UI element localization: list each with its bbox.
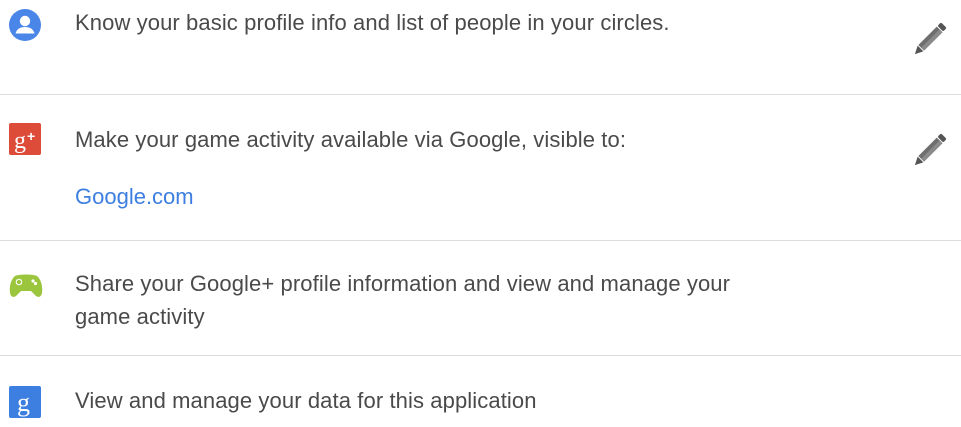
permission-text-line-1: Share your Google+ profile information a…: [75, 271, 731, 296]
permission-item-profile: Know your basic profile info and list of…: [0, 0, 961, 94]
permissions-list: Know your basic profile info and list of…: [0, 0, 961, 427]
svg-text:g: g: [17, 388, 30, 417]
google-plus-icon: g +: [9, 123, 41, 155]
edit-pencil-button[interactable]: [907, 129, 951, 173]
pencil-icon: [914, 22, 947, 55]
permission-text-line-2: game activity: [75, 304, 205, 329]
svg-text:g: g: [14, 128, 26, 154]
permission-item-google-data: g View and manage your data for this app…: [0, 356, 961, 427]
pencil-icon: [914, 133, 947, 166]
permission-text: Make your game activity available via Go…: [75, 127, 627, 152]
game-controller-icon: [9, 273, 43, 305]
edit-pencil-button[interactable]: [907, 18, 951, 62]
permission-text: Know your basic profile info and list of…: [75, 10, 670, 35]
visibility-link[interactable]: Google.com: [75, 182, 194, 212]
permission-text: View and manage your data for this appli…: [75, 388, 537, 413]
permission-item-google-plus: g + Make your game activity available vi…: [0, 95, 961, 240]
profile-person-icon: [9, 9, 41, 41]
permission-item-games: Share your Google+ profile information a…: [0, 241, 961, 355]
svg-text:+: +: [27, 128, 35, 144]
google-g-icon: g: [9, 386, 41, 418]
